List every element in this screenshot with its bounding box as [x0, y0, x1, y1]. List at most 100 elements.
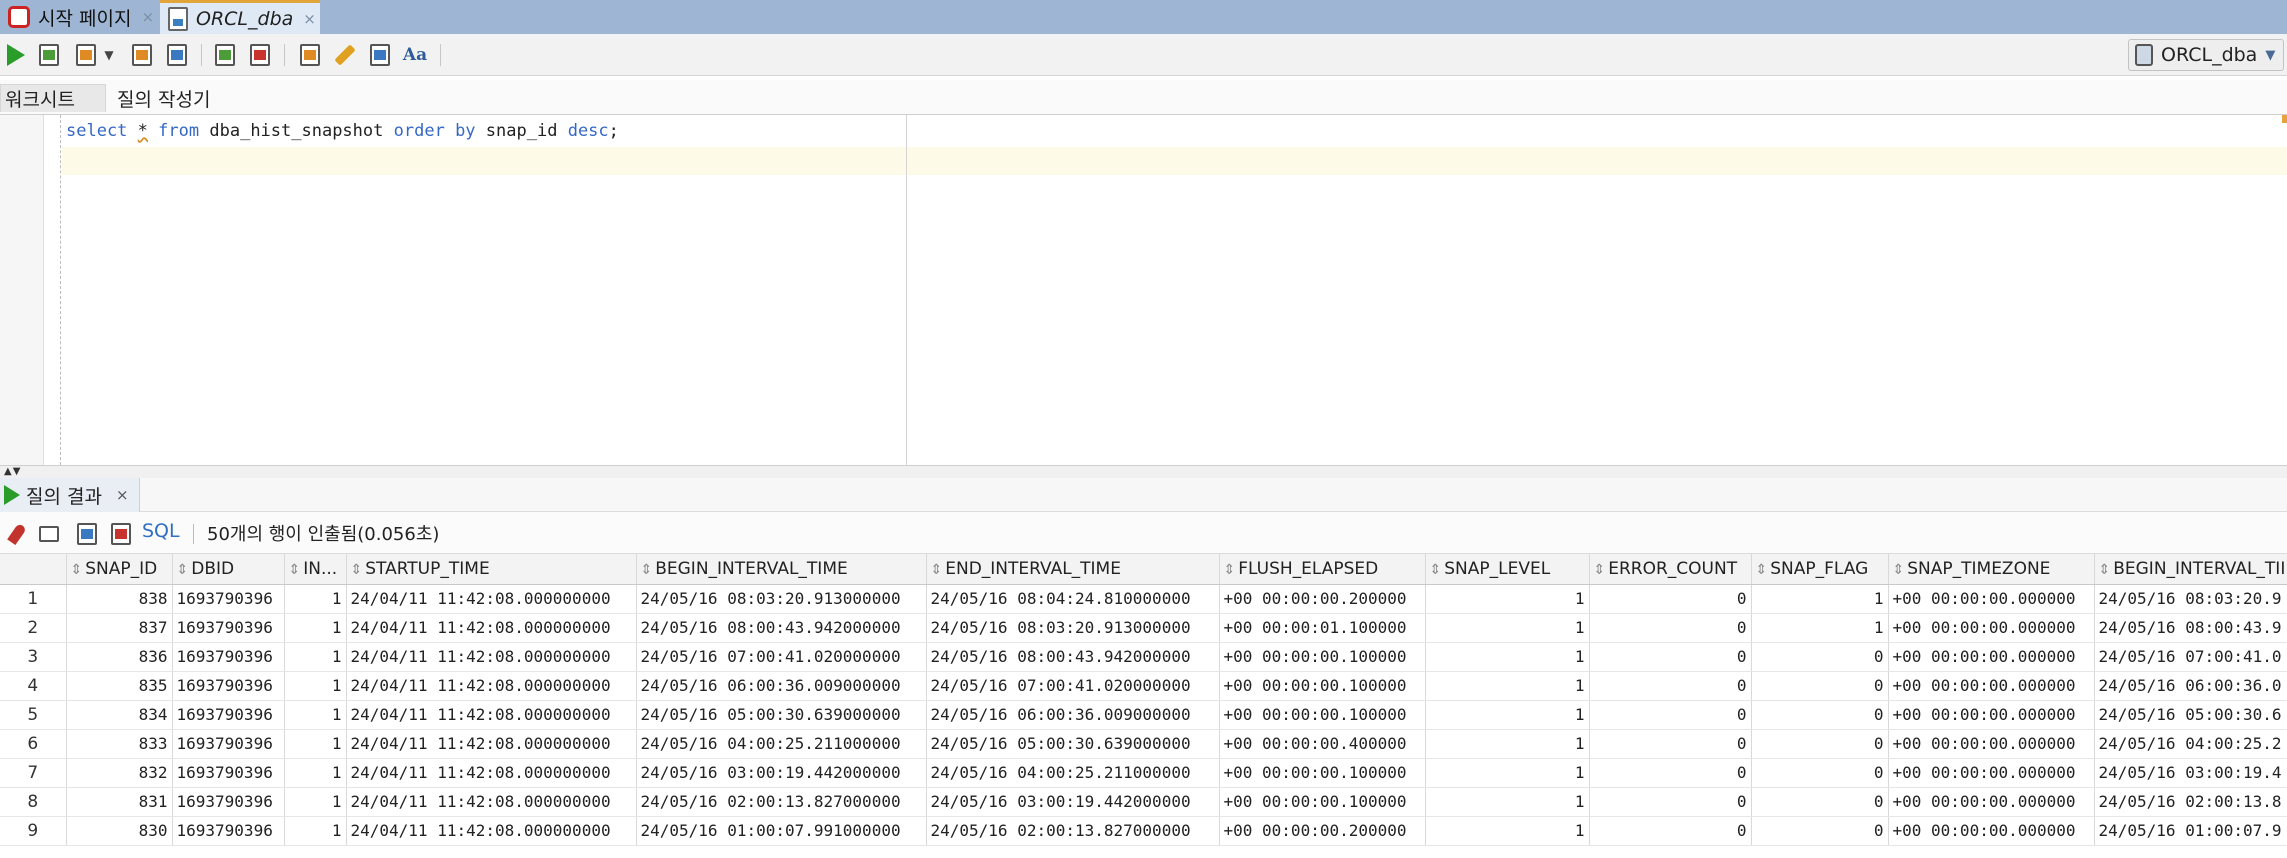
- table-cell[interactable]: +00 00:00:00.100000: [1219, 787, 1426, 817]
- table-cell[interactable]: 1: [1425, 671, 1590, 701]
- tab-orcl-dba[interactable]: ORCL_dba ×: [160, 0, 320, 34]
- table-cell[interactable]: 24/04/11 11:42:08.000000000: [346, 671, 637, 701]
- table-cell[interactable]: 1693790396: [172, 729, 285, 759]
- table-cell[interactable]: 24/04/11 11:42:08.000000000: [346, 816, 637, 846]
- clear-icon[interactable]: [331, 41, 359, 69]
- table-cell[interactable]: +00 00:00:01.100000: [1219, 613, 1426, 643]
- close-icon[interactable]: ×: [303, 10, 316, 28]
- tab-start-page[interactable]: 시작 페이지 ×: [0, 0, 158, 34]
- row-number[interactable]: 9: [0, 816, 67, 846]
- table-row[interactable]: 5 834 1693790396 1 24/04/11 11:42:08.0000000…: [0, 700, 2287, 730]
- table-cell[interactable]: 1: [1751, 613, 1889, 643]
- collapse-arrows-icon[interactable]: ▲▼: [4, 466, 21, 477]
- table-cell[interactable]: 1: [1425, 729, 1590, 759]
- column-header[interactable]: ⇕ BEGIN_INTERVAL_TIME: [636, 554, 927, 585]
- table-cell[interactable]: 24/05/16 06:00:36.009000000: [926, 700, 1220, 730]
- row-number[interactable]: 8: [0, 787, 67, 817]
- table-cell[interactable]: 1: [284, 613, 347, 643]
- print-icon[interactable]: [36, 521, 62, 547]
- table-cell[interactable]: 832: [66, 758, 173, 788]
- column-header[interactable]: ⇕ BEGIN_INTERVAL_TII: [2094, 554, 2287, 585]
- table-cell[interactable]: 0: [1589, 671, 1752, 701]
- table-cell[interactable]: 24/05/16 03:00:19.442000000: [636, 758, 927, 788]
- table-cell[interactable]: +00 00:00:00.000000: [1888, 584, 2095, 614]
- commit-icon[interactable]: [211, 41, 239, 69]
- pin-icon[interactable]: [4, 521, 30, 547]
- table-cell[interactable]: 0: [1589, 787, 1752, 817]
- tab-query-result[interactable]: 질의 결과 ×: [0, 478, 140, 512]
- table-cell[interactable]: +00 00:00:00.200000: [1219, 584, 1426, 614]
- table-cell[interactable]: 831: [66, 787, 173, 817]
- table-cell[interactable]: 0: [1589, 613, 1752, 643]
- row-number[interactable]: 4: [0, 671, 67, 701]
- table-cell[interactable]: +00 00:00:00.000000: [1888, 787, 2095, 817]
- table-cell[interactable]: 0: [1751, 642, 1889, 672]
- column-header[interactable]: ⇕ SNAP_ID: [66, 554, 173, 585]
- column-header[interactable]: ⇕ FLUSH_ELAPSED: [1219, 554, 1426, 585]
- sql-format-icon[interactable]: [296, 41, 324, 69]
- table-cell[interactable]: 0: [1589, 584, 1752, 614]
- explain-plan-icon[interactable]: [128, 41, 156, 69]
- table-cell[interactable]: 1: [1425, 700, 1590, 730]
- row-number[interactable]: 5: [0, 700, 67, 730]
- table-row[interactable]: 7 832 1693790396 1 24/04/11 11:42:08.0000000…: [0, 758, 2287, 788]
- table-row[interactable]: 4 835 1693790396 1 24/04/11 11:42:08.0000000…: [0, 671, 2287, 701]
- sql-editor[interactable]: select * from dba_hist_snapshot order by…: [0, 114, 2287, 466]
- table-cell[interactable]: 24/05/16 04:00:25.2: [2094, 729, 2287, 759]
- table-cell[interactable]: 24/05/16 07:00:41.020000000: [926, 671, 1220, 701]
- table-cell[interactable]: 0: [1589, 729, 1752, 759]
- table-cell[interactable]: 1: [1425, 642, 1590, 672]
- close-icon[interactable]: ×: [116, 486, 129, 504]
- column-header[interactable]: ⇕ END_INTERVAL_TIME: [926, 554, 1220, 585]
- table-cell[interactable]: 0: [1751, 729, 1889, 759]
- table-cell[interactable]: 24/05/16 03:00:19.442000000: [926, 787, 1220, 817]
- table-cell[interactable]: 24/05/16 06:00:36.009000000: [636, 671, 927, 701]
- table-cell[interactable]: 24/05/16 07:00:41.020000000: [636, 642, 927, 672]
- table-cell[interactable]: 1: [284, 584, 347, 614]
- table-cell[interactable]: 24/05/16 01:00:07.9: [2094, 816, 2287, 846]
- column-header[interactable]: ⇕ SNAP_LEVEL: [1425, 554, 1590, 585]
- table-cell[interactable]: 24/05/16 08:00:43.9: [2094, 613, 2287, 643]
- table-cell[interactable]: 1: [1425, 816, 1590, 846]
- column-header[interactable]: ⇕ IN...: [284, 554, 347, 585]
- table-cell[interactable]: 24/05/16 07:00:41.0: [2094, 642, 2287, 672]
- table-cell[interactable]: 24/04/11 11:42:08.000000000: [346, 642, 637, 672]
- table-cell[interactable]: 24/05/16 01:00:07.991000000: [636, 816, 927, 846]
- table-cell[interactable]: 833: [66, 729, 173, 759]
- table-cell[interactable]: 24/05/16 08:03:20.913000000: [926, 613, 1220, 643]
- table-cell[interactable]: 24/05/16 05:00:30.6: [2094, 700, 2287, 730]
- table-cell[interactable]: +00 00:00:00.000000: [1888, 642, 2095, 672]
- table-cell[interactable]: 1693790396: [172, 787, 285, 817]
- column-header[interactable]: ⇕ ERROR_COUNT: [1589, 554, 1752, 585]
- table-cell[interactable]: 0: [1589, 816, 1752, 846]
- row-number[interactable]: 2: [0, 613, 67, 643]
- table-cell[interactable]: 1: [284, 729, 347, 759]
- table-cell[interactable]: +00 00:00:00.100000: [1219, 700, 1426, 730]
- table-cell[interactable]: 24/05/16 04:00:25.211000000: [926, 758, 1220, 788]
- table-cell[interactable]: 1: [1425, 613, 1590, 643]
- table-cell[interactable]: +00 00:00:00.000000: [1888, 671, 2095, 701]
- column-header[interactable]: ⇕ SNAP_TIMEZONE: [1888, 554, 2095, 585]
- table-row[interactable]: 3 836 1693790396 1 24/04/11 11:42:08.0000000…: [0, 642, 2287, 672]
- table-cell[interactable]: 24/05/16 02:00:13.8: [2094, 787, 2287, 817]
- table-cell[interactable]: 0: [1751, 816, 1889, 846]
- table-cell[interactable]: 835: [66, 671, 173, 701]
- table-cell[interactable]: 1: [284, 816, 347, 846]
- table-cell[interactable]: 1: [1425, 787, 1590, 817]
- table-cell[interactable]: 1: [284, 758, 347, 788]
- panel-splitter[interactable]: ▲▼: [0, 466, 2287, 478]
- table-cell[interactable]: 0: [1751, 700, 1889, 730]
- table-row[interactable]: 6 833 1693790396 1 24/04/11 11:42:08.0000000…: [0, 729, 2287, 759]
- row-number[interactable]: 6: [0, 729, 67, 759]
- table-row[interactable]: 9 830 1693790396 1 24/04/11 11:42:08.0000000…: [0, 816, 2287, 846]
- table-cell[interactable]: 24/04/11 11:42:08.000000000: [346, 584, 637, 614]
- table-cell[interactable]: 837: [66, 613, 173, 643]
- table-row[interactable]: 1 838 1693790396 1 24/04/11 11:42:08.0000000…: [0, 584, 2287, 614]
- close-icon[interactable]: ×: [141, 8, 154, 26]
- table-cell[interactable]: 1693790396: [172, 642, 285, 672]
- table-cell[interactable]: 24/05/16 02:00:13.827000000: [926, 816, 1220, 846]
- to-upper-icon[interactable]: Aa: [401, 41, 429, 69]
- table-cell[interactable]: +00 00:00:00.100000: [1219, 642, 1426, 672]
- run-statement-icon[interactable]: [2, 41, 30, 69]
- row-number[interactable]: 1: [0, 584, 67, 614]
